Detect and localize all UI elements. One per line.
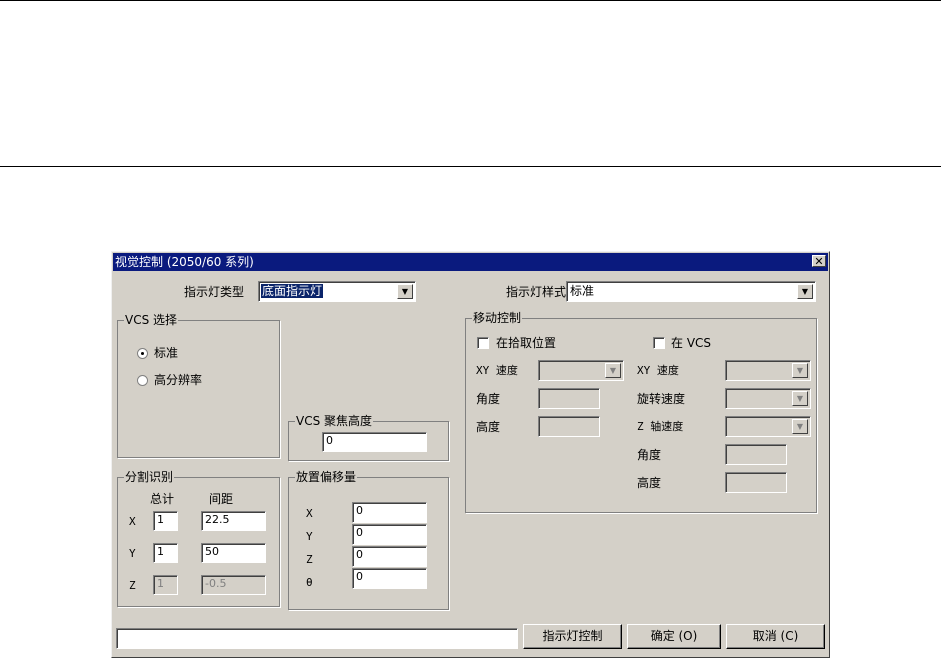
radio-standard-label[interactable]: 标准 xyxy=(154,346,178,360)
segment-z-total: 1 xyxy=(153,575,178,595)
segment-legend: 分割识别 xyxy=(124,470,175,484)
left-angle-label: 角度 xyxy=(476,392,501,406)
segment-x-spacing[interactable]: 22.5 xyxy=(201,511,266,531)
middle-rule xyxy=(0,166,941,167)
radio-high-res-label[interactable]: 高分辨率 xyxy=(154,373,202,387)
segment-x-total[interactable]: 1 xyxy=(153,511,178,531)
offset-x-axis: X xyxy=(306,507,313,520)
light-control-button[interactable]: 指示灯控制 xyxy=(523,624,622,649)
at-vcs-checkbox[interactable] xyxy=(653,337,665,349)
close-button[interactable]: ✕ xyxy=(812,255,826,267)
vcs-select-legend: VCS 选择 xyxy=(124,313,179,327)
light-type-value: 底面指示灯 xyxy=(261,284,324,298)
right-height-label: 高度 xyxy=(637,476,662,490)
offset-legend: 放置偏移量 xyxy=(295,470,358,484)
chevron-down-icon[interactable]: ▼ xyxy=(397,284,413,299)
left-xy-speed-select: ▼ xyxy=(538,360,624,381)
offset-group: 放置偏移量 X 0 Y 0 Z 0 θ 0 xyxy=(288,470,449,610)
vcs-focus-input[interactable]: 0 xyxy=(322,432,427,452)
ok-button[interactable]: 确定 (O) xyxy=(627,624,721,649)
right-xy-speed-label: XY 速度 xyxy=(637,364,679,377)
light-type-select[interactable]: 底面指示灯 ▼ xyxy=(258,281,416,302)
right-xy-speed-select: ▼ xyxy=(725,360,811,381)
left-xy-speed-label: XY 速度 xyxy=(476,364,518,377)
right-angle-input xyxy=(725,444,787,465)
light-style-select[interactable]: 标准 ▼ xyxy=(566,281,816,302)
pick-position-label[interactable]: 在拾取位置 xyxy=(496,336,556,350)
vcs-focus-group: VCS 聚焦高度 0 xyxy=(288,414,449,461)
light-style-value: 标准 xyxy=(570,284,595,298)
radio-high-res[interactable] xyxy=(137,375,148,386)
segment-x-axis: X xyxy=(129,515,136,528)
left-height-input xyxy=(538,416,600,437)
chevron-down-icon: ▼ xyxy=(792,391,808,406)
pick-position-checkbox[interactable] xyxy=(477,337,489,349)
segment-y-spacing[interactable]: 50 xyxy=(201,543,266,563)
offset-z-axis: Z xyxy=(306,553,313,566)
segment-y-total[interactable]: 1 xyxy=(153,543,178,563)
right-z-speed-label: Z 轴速度 xyxy=(637,420,684,433)
vcs-select-group: VCS 选择 标准 高分辨率 xyxy=(117,313,280,458)
left-angle-input xyxy=(538,388,600,409)
segment-group: 分割识别 总计 间距 X 1 22.5 Y 1 50 Z 1 -0.5 xyxy=(117,470,280,607)
offset-y-axis: Y xyxy=(306,530,313,543)
right-height-input xyxy=(725,472,787,493)
close-icon: ✕ xyxy=(814,255,824,268)
offset-y-input[interactable]: 0 xyxy=(352,524,427,545)
status-field xyxy=(116,628,518,649)
chevron-down-icon: ▼ xyxy=(792,419,808,434)
offset-z-input[interactable]: 0 xyxy=(352,546,427,567)
offset-theta-input[interactable]: 0 xyxy=(352,568,427,589)
left-height-label: 高度 xyxy=(476,420,501,434)
right-rot-speed-select: ▼ xyxy=(725,388,811,409)
vcs-focus-legend: VCS 聚焦高度 xyxy=(295,414,374,428)
segment-z-axis: Z xyxy=(129,579,136,592)
segment-total-header: 总计 xyxy=(150,492,175,506)
vision-control-dialog: 视觉控制 (2050/60 系列) ✕ 指示灯类型 底面指示灯 ▼ 指示灯样式 … xyxy=(111,251,830,658)
right-z-speed-select: ▼ xyxy=(725,416,811,437)
segment-z-spacing: -0.5 xyxy=(201,575,266,595)
dialog-title: 视觉控制 (2050/60 系列) xyxy=(115,255,254,269)
offset-theta-axis: θ xyxy=(306,576,313,589)
light-style-label: 指示灯样式 xyxy=(506,285,567,299)
title-bar[interactable]: 视觉控制 (2050/60 系列) ✕ xyxy=(113,253,828,271)
chevron-down-icon: ▼ xyxy=(792,363,808,378)
radio-selected-dot xyxy=(141,352,144,355)
segment-spacing-header: 间距 xyxy=(209,492,234,506)
segment-y-axis: Y xyxy=(129,547,136,560)
cancel-button[interactable]: 取消 (C) xyxy=(726,624,825,649)
chevron-down-icon: ▼ xyxy=(605,363,621,378)
move-control-legend: 移动控制 xyxy=(472,311,523,325)
right-rot-speed-label: 旋转速度 xyxy=(637,392,686,406)
light-type-label: 指示灯类型 xyxy=(184,285,245,299)
chevron-down-icon[interactable]: ▼ xyxy=(797,284,813,299)
top-rule xyxy=(0,0,941,1)
move-control-group: 移动控制 在拾取位置 在 VCS XY 速度 ▼ 角度 高度 XY 速度 ▼ 旋… xyxy=(465,311,817,513)
radio-standard[interactable] xyxy=(137,348,148,359)
offset-x-input[interactable]: 0 xyxy=(352,502,427,523)
right-angle-label: 角度 xyxy=(637,448,662,462)
at-vcs-label[interactable]: 在 VCS xyxy=(671,336,711,350)
